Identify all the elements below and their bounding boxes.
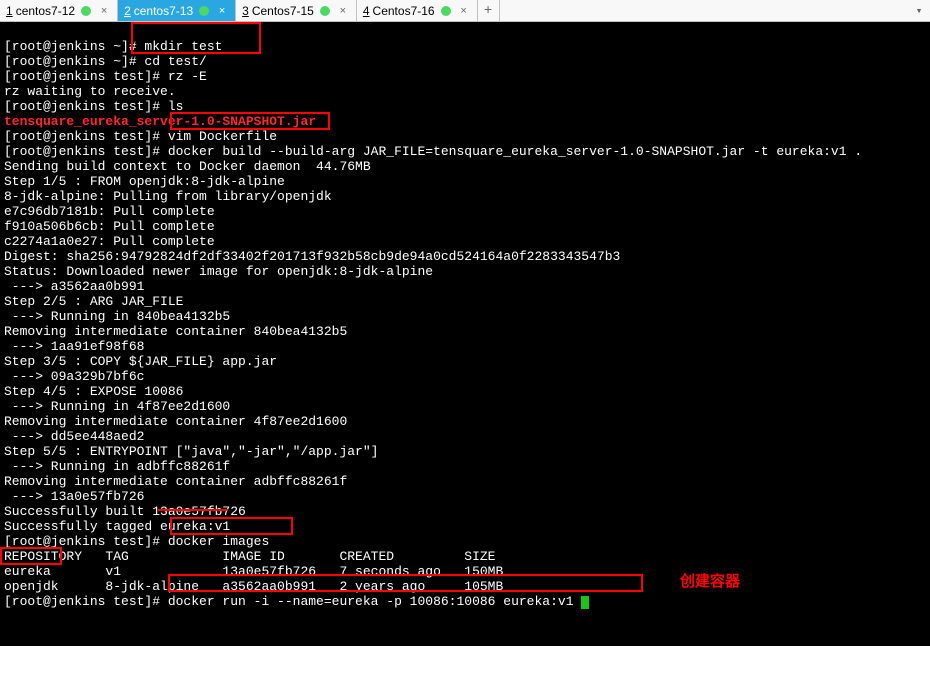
prompt: [root@jenkins test]# <box>4 594 168 609</box>
tab-label-3: 3Centos7-15 <box>242 4 314 18</box>
terminal-line: ---> a3562aa0b991 <box>4 279 926 294</box>
terminal-line: Successfully tagged eureka:v1 <box>4 519 926 534</box>
terminal-line: [root@jenkins test]# docker build --buil… <box>4 144 926 159</box>
tab-label-4: 4Centos7-16 <box>363 4 435 18</box>
terminal-line: Removing intermediate container 4f87ee2d… <box>4 414 926 429</box>
terminal-line: Step 5/5 : ENTRYPOINT ["java","-jar","/a… <box>4 444 926 459</box>
status-dot-icon <box>441 6 451 16</box>
terminal-line: ---> 09a329b7bf6c <box>4 369 926 384</box>
status-dot-icon <box>199 6 209 16</box>
terminal-line: Status: Downloaded newer image for openj… <box>4 264 926 279</box>
terminal-line: Step 2/5 : ARG JAR_FILE <box>4 294 926 309</box>
terminal-line: c2274a1a0e27: Pull complete <box>4 234 926 249</box>
terminal-line: ---> Running in adbffc88261f <box>4 459 926 474</box>
terminal-line: Step 1/5 : FROM openjdk:8-jdk-alpine <box>4 174 926 189</box>
terminal-line: 8-jdk-alpine: Pulling from library/openj… <box>4 189 926 204</box>
terminal-line: rz waiting to receive. <box>4 84 926 99</box>
terminal-line: [root@jenkins ~]# cd test/ <box>4 54 926 69</box>
status-dot-icon <box>320 6 330 16</box>
terminal-line: tensquare_eureka_server-1.0-SNAPSHOT.jar <box>4 114 926 129</box>
terminal-line: eureka v1 13a0e57fb726 7 seconds ago 150… <box>4 564 926 579</box>
terminal-line: [root@jenkins test]# docker images <box>4 534 926 549</box>
terminal-line: [root@jenkins test]# rz -E <box>4 69 926 84</box>
terminal-line: [root@jenkins test]# vim Dockerfile <box>4 129 926 144</box>
tab-4[interactable]: 4Centos7-16 × <box>357 0 478 21</box>
terminal-line: ---> 13a0e57fb726 <box>4 489 926 504</box>
status-dot-icon <box>81 6 91 16</box>
terminal-line: openjdk 8-jdk-alpine a3562aa0b991 2 year… <box>4 579 926 594</box>
close-icon[interactable]: × <box>457 4 471 18</box>
terminal-line: Step 4/5 : EXPOSE 10086 <box>4 384 926 399</box>
terminal-line: [root@jenkins ~]# mkdir test <box>4 39 926 54</box>
terminal-line: Step 3/5 : COPY ${JAR_FILE} app.jar <box>4 354 926 369</box>
terminal-prompt-line[interactable]: [root@jenkins test]# docker run -i --nam… <box>4 594 926 609</box>
terminal-line: Successfully built 13a0e57fb726 <box>4 504 926 519</box>
terminal-line: e7c96db7181b: Pull complete <box>4 204 926 219</box>
terminal-line: ---> Running in 840bea4132b5 <box>4 309 926 324</box>
terminal-line: Removing intermediate container adbffc88… <box>4 474 926 489</box>
tab-bar: 1centos7-12 × 2centos7-13 × 3Centos7-15 … <box>0 0 930 22</box>
tab-label-1: 1centos7-12 <box>6 4 75 18</box>
add-tab-button[interactable]: + <box>478 0 500 21</box>
terminal-line: [root@jenkins test]# ls <box>4 99 926 114</box>
terminal-line: ---> Running in 4f87ee2d1600 <box>4 399 926 414</box>
terminal-line: Digest: sha256:94792824df2df33402f201713… <box>4 249 926 264</box>
command-input[interactable]: docker run -i --name=eureka -p 10086:100… <box>168 594 581 609</box>
terminal-line: Removing intermediate container 840bea41… <box>4 324 926 339</box>
tab-1[interactable]: 1centos7-12 × <box>0 0 118 21</box>
tab-2[interactable]: 2centos7-13 × <box>118 0 236 21</box>
tab-3[interactable]: 3Centos7-15 × <box>236 0 357 21</box>
tab-label-2: 2centos7-13 <box>124 4 193 18</box>
terminal-line: REPOSITORY TAG IMAGE ID CREATED SIZE <box>4 549 926 564</box>
terminal-line: ---> dd5ee448aed2 <box>4 429 926 444</box>
cursor-icon <box>581 596 589 609</box>
terminal-line: f910a506b6cb: Pull complete <box>4 219 926 234</box>
terminal-line: ---> 1aa91ef98f68 <box>4 339 926 354</box>
terminal[interactable]: [root@jenkins ~]# mkdir test[root@jenkin… <box>0 22 930 646</box>
tab-menu-button[interactable]: ▾ <box>908 4 930 18</box>
close-icon[interactable]: × <box>97 4 111 18</box>
close-icon[interactable]: × <box>215 4 229 18</box>
terminal-line: Sending build context to Docker daemon 4… <box>4 159 926 174</box>
tabbar-spacer: ▾ <box>500 0 930 21</box>
close-icon[interactable]: × <box>336 4 350 18</box>
